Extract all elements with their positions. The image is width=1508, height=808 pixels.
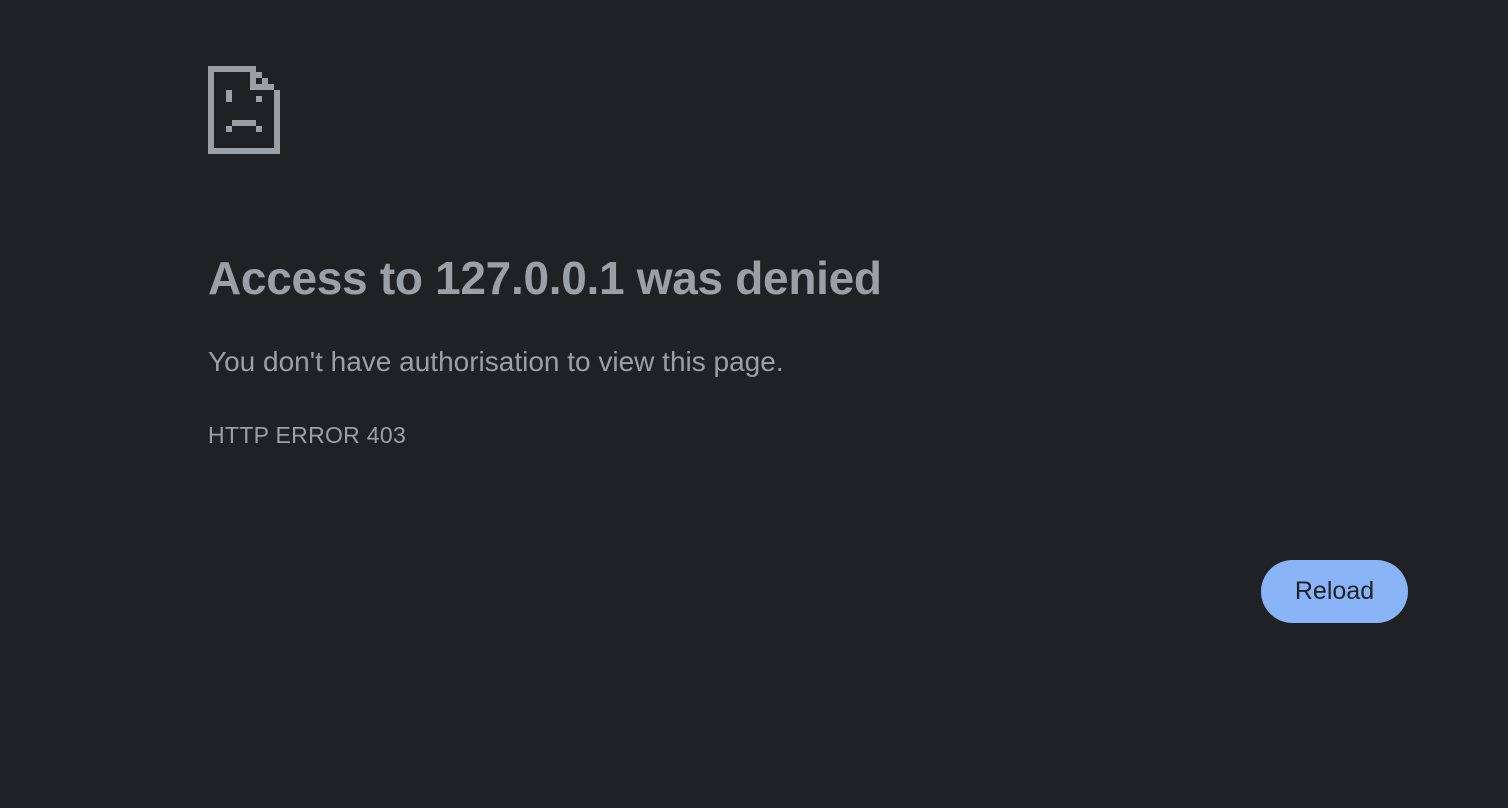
sad-page-icon [208,66,280,154]
page-title: Access to 127.0.0.1 was denied [208,252,882,304]
error-message: You don't have authorisation to view thi… [208,346,784,377]
error-code: HTTP ERROR 403 [208,422,407,448]
reload-button[interactable]: Reload [1261,560,1408,623]
